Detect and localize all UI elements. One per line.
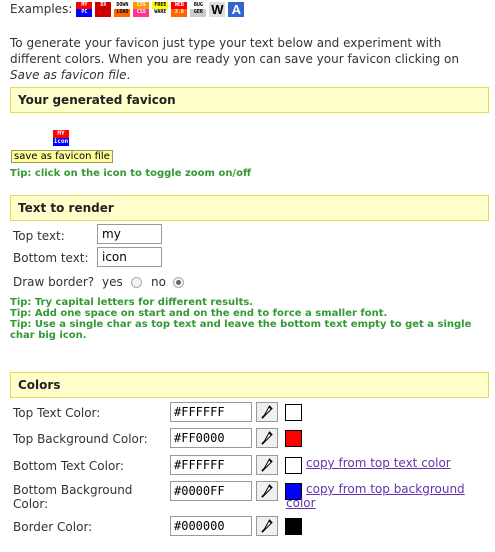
section-text-to-render: Text to render [10, 195, 489, 221]
example-icon-top: DX [95, 1, 112, 9]
color-swatch [285, 430, 302, 447]
color-picker-button[interactable] [256, 402, 278, 422]
section-title: Colors [18, 378, 61, 392]
example-icon-bottom: PC [76, 8, 93, 17]
border-yes-label: yes [102, 275, 123, 289]
example-icon-down-load: DOWN LOAD [114, 1, 131, 17]
eyedropper-icon [261, 458, 273, 472]
color-label: Top Background Color: [13, 432, 148, 446]
favicon-preview[interactable]: MY icon [53, 130, 69, 146]
color-picker-button[interactable] [256, 481, 278, 501]
color-label: Top Text Color: [13, 406, 101, 420]
color-label: Border Color: [13, 520, 93, 534]
example-icon-web-20: WEB 2.0 [171, 1, 188, 17]
tip-capital-letters: Tip: Try capital letters for different r… [10, 297, 254, 308]
bottom-text-label: Bottom text: [13, 251, 89, 265]
color-hex-input[interactable] [170, 481, 252, 501]
example-icon-free-ware: FREE WARE [152, 1, 169, 17]
example-icon-bottom: WARE [152, 8, 169, 17]
example-icon-w: W [209, 1, 226, 17]
color-label: Bottom Text Color: [13, 459, 125, 473]
color-hex-input[interactable] [170, 428, 252, 448]
color-picker-button[interactable] [256, 455, 278, 475]
color-picker-button[interactable] [256, 516, 278, 536]
eyedropper-icon [261, 519, 273, 533]
intro-text: To generate your favicon just type your … [10, 35, 488, 83]
example-icon-bottom: GER [190, 8, 207, 17]
border-yes-radio[interactable] [131, 277, 142, 288]
color-hex-input[interactable] [170, 402, 252, 422]
intro-end: . [126, 68, 131, 82]
intro-body: To generate your favicon just type your … [10, 36, 459, 66]
example-icon-top: DOWN [114, 1, 131, 9]
example-icon-top: MY [76, 1, 93, 9]
example-icon-bug-ger: BUG GER [190, 1, 207, 17]
example-icon-bottom: 2.0 [171, 8, 188, 17]
section-title: Text to render [18, 201, 114, 215]
example-icon-top: WEB [171, 1, 188, 9]
color-hex-input[interactable] [170, 455, 252, 475]
examples-icons: MY PC DX DOWN LOAD CSS CSS FREE WARE WEB 2.0 BUG GER… [76, 1, 247, 17]
example-icon-bottom: LOAD [114, 8, 131, 17]
color-picker-button[interactable] [256, 428, 278, 448]
section-colors: Colors [10, 372, 489, 398]
example-icon-a: A [228, 1, 245, 17]
color-hex-input[interactable] [170, 516, 252, 536]
border-no-radio[interactable] [173, 277, 184, 288]
favicon-top-text: MY [53, 130, 69, 138]
copy-color-link[interactable]: copy from top text color [306, 456, 451, 470]
favicon-bottom-text: icon [53, 138, 69, 146]
example-icon-my-pc: MY PC [76, 1, 93, 17]
intro-emphasis: Save as favicon file [10, 68, 127, 82]
eyedropper-icon [261, 431, 273, 445]
draw-border-label: Draw border? [13, 275, 95, 289]
eyedropper-icon [261, 484, 273, 498]
zoom-tip: Tip: click on the icon to toggle zoom on… [10, 168, 252, 179]
example-icon-top: BUG [190, 1, 207, 9]
example-icon-bottom: CSS [133, 8, 150, 17]
copy-color-link[interactable]: copy from top background color [286, 482, 471, 510]
section-generated-favicon: Your generated favicon [10, 87, 489, 113]
color-swatch [285, 518, 302, 535]
tip-smaller-font: Tip: Add one space on start and on the e… [10, 308, 388, 319]
color-label: Bottom Background Color: [13, 483, 133, 511]
color-swatch [285, 457, 302, 474]
bottom-text-input[interactable] [97, 247, 162, 267]
example-icon-dx: DX [95, 1, 112, 17]
example-icon-css-css: CSS CSS [133, 1, 150, 17]
examples-row: Examples: MY PC DX DOWN LOAD CSS CSS FREE WARE WE… [10, 1, 247, 17]
section-title: Your generated favicon [18, 93, 176, 107]
save-favicon-button[interactable]: save as favicon file [11, 150, 113, 163]
text-tips: Tip: Try capital letters for different r… [10, 297, 490, 341]
top-text-input[interactable] [97, 224, 162, 244]
border-no-label: no [151, 275, 166, 289]
example-icon-top: CSS [133, 1, 150, 9]
top-text-label: Top text: [13, 229, 65, 243]
eyedropper-icon [261, 405, 273, 419]
example-icon-top: FREE [152, 1, 169, 9]
color-swatch [285, 404, 302, 421]
example-icon-bottom [95, 8, 112, 17]
examples-label: Examples: [10, 2, 73, 16]
tip-single-char: Tip: Use a single char as top text and l… [10, 319, 472, 341]
